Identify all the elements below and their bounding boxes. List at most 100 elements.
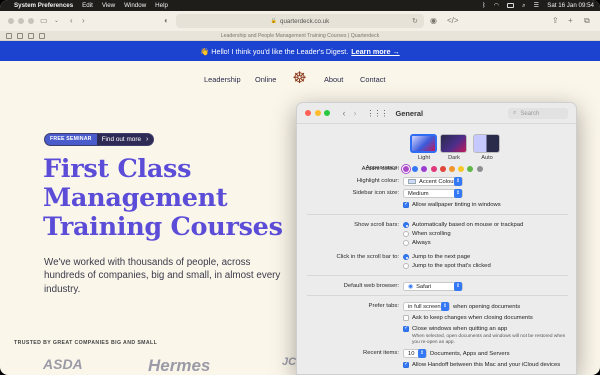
jump-to-spot-radio[interactable] [403,263,409,269]
ships-wheel-logo-icon[interactable]: ☸ [291,70,308,87]
separator [307,295,568,296]
tab-overview-icon[interactable]: ⧉ [584,16,590,26]
dev-tools-icon[interactable]: </> [447,16,459,25]
hero-subtitle: We've worked with thousands of people, a… [44,257,281,295]
prefs-search-field[interactable]: ⌕ Search [508,108,568,119]
url-text: quarterdeck.co.uk [280,17,330,25]
seminar-badge[interactable]: FREE SEMINAR Find out more › [44,133,155,146]
accent-colour-swatch[interactable] [458,166,465,172]
scroll-when-scrolling-radio[interactable] [403,231,409,237]
accent-colour-swatch[interactable] [476,166,483,172]
scroll-auto-label: Automatically based on mouse or trackpad [412,222,524,228]
prefer-tabs-popup[interactable]: in full screen ⇕ [403,302,450,311]
control-center-icon[interactable]: ☰ [534,2,540,9]
safari-compass-icon: ◉ [408,283,414,290]
banner-text: 👋 Hello! I think you'd like the Leader's… [200,46,349,56]
banner-learn-more-link[interactable]: Learn more → [351,47,399,56]
minimize-button[interactable] [18,18,24,24]
menu-help[interactable]: Help [155,2,168,9]
battery-icon[interactable] [507,3,515,8]
address-bar[interactable]: 🔒 quarterdeck.co.uk [176,14,424,28]
click-scroll-label: Click in the scroll bar to: [336,254,399,260]
accent-colour-swatch[interactable] [421,166,428,172]
forward-icon[interactable]: › [354,108,357,118]
scroll-always-radio[interactable] [403,240,409,246]
recent-items-popup[interactable]: 10 ⇕ [403,349,427,358]
window-titlebar: ‹ › ⋮⋮⋮ General ⌕ Search [297,103,576,124]
back-icon[interactable]: ‹ [343,108,346,118]
window-minimize-button[interactable] [314,110,321,116]
zoom-button[interactable] [28,18,34,24]
bluetooth-icon[interactable]: ᛒ [482,2,486,9]
jump-next-page-label: Jump to the next page [412,254,471,260]
trusted-label: TRUSTED BY GREAT COMPANIES BIG AND SMALL [14,340,158,346]
accent-colour-label: Accent colour: [361,166,399,172]
reload-icon[interactable]: ↻ [412,17,418,25]
menu-window[interactable]: Window [124,2,146,9]
privacy-shield-icon[interactable]: ◐ [164,16,169,25]
chevron-right-icon: › [146,136,149,143]
hero-title-line: First Class [43,154,192,184]
sidebar-size-popup[interactable]: Medium ⇕ [403,189,463,198]
menu-view[interactable]: View [102,2,115,9]
appearance-light-option[interactable] [410,134,437,153]
search-icon: ⌕ [513,110,517,116]
ask-keep-changes-checkbox[interactable] [403,315,409,321]
sidebar-size-value: Medium [408,190,429,197]
share-icon[interactable]: ⇪ [552,16,559,25]
scroll-bars-label: Show scroll bars: [354,222,399,228]
active-tab-title[interactable]: Leadership and People Management Trainin… [0,33,600,39]
show-all-grid-icon[interactable]: ⋮⋮⋮ [367,109,389,118]
accent-colour-swatch[interactable] [467,166,474,172]
jump-to-spot-label: Jump to the spot that's clicked [412,263,491,269]
chevron-updown-icon: ⇕ [454,189,462,198]
window-zoom-button[interactable] [324,110,330,116]
nav-contact[interactable]: Contact [360,75,385,84]
chevron-down-icon[interactable]: ⌄ [54,17,59,24]
nav-online[interactable]: Online [255,75,276,84]
default-browser-popup[interactable]: ◉ Safari ⇕ [403,282,463,291]
scroll-auto-radio[interactable] [403,222,409,228]
accent-colour-swatch[interactable] [449,166,455,172]
accent-colour-swatch[interactable] [412,166,419,172]
general-pane: Appearance: Light Dark Auto Accent colou… [297,124,576,374]
forward-icon[interactable]: › [82,16,85,25]
tab-bar: Leadership and People Management Trainin… [0,31,600,41]
sidebar-size-label: Sidebar icon size: [352,190,400,196]
prefer-tabs-value: in full screen [408,303,441,310]
appearance-dark-option[interactable] [440,134,467,153]
search-icon[interactable]: ⌕ [522,2,525,10]
menu-clock[interactable]: Sat 16 Jan 09:54 [547,2,594,9]
new-tab-icon[interactable]: + [568,16,573,25]
jump-next-page-radio[interactable] [403,254,409,260]
hero-title-line: Management [43,183,228,213]
menu-edit[interactable]: Edit [82,2,93,9]
separator [307,275,568,276]
menu-app-name[interactable]: System Preferences [14,2,73,9]
accent-colour-swatch[interactable] [430,166,437,172]
highlight-colour-popup[interactable]: Accent Colour ⇕ [403,177,463,186]
wallpaper-tint-label: Allow wallpaper tinting in windows [412,202,501,208]
default-browser-value: Safari [416,283,432,290]
nav-leadership[interactable]: Leadership [204,75,241,84]
close-button[interactable] [8,18,14,24]
appearance-auto-option[interactable] [473,134,500,153]
accent-colour-swatch[interactable] [403,166,409,172]
extension-icon[interactable]: ◉ [430,16,437,25]
ask-keep-changes-label: Ask to keep changes when closing documen… [412,315,533,321]
wallpaper-tint-checkbox[interactable] [403,201,409,208]
close-windows-checkbox[interactable] [403,325,409,332]
window-close-button[interactable] [305,110,311,116]
prefer-tabs-suffix: when opening documents [453,304,521,310]
close-windows-note: When selected, open documents and window… [412,334,566,345]
announcement-banner: 👋 Hello! I think you'd like the Leader's… [0,41,600,61]
sidebar-toggle-icon[interactable]: ▭ [40,16,48,25]
handoff-checkbox[interactable] [403,361,409,368]
recent-items-value: 10 [408,350,415,357]
nav-about[interactable]: About [324,75,343,84]
separator [307,214,568,215]
wifi-icon[interactable]: ◠ [494,2,499,9]
back-icon[interactable]: ‹ [70,16,73,25]
chevron-updown-icon: ⇕ [454,177,462,186]
accent-colour-swatch[interactable] [439,166,446,172]
